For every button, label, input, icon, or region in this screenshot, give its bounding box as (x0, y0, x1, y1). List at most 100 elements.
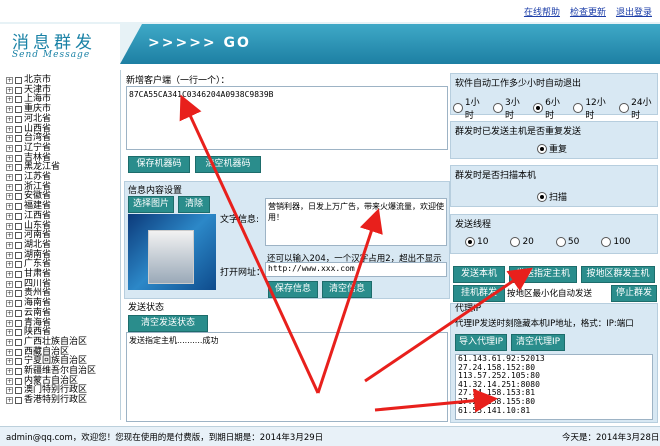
send-local-button[interactable]: 发送本机 (453, 266, 505, 283)
province-checkbox[interactable] (15, 241, 22, 249)
province-item[interactable]: + 湖北省 (6, 240, 51, 250)
province-item[interactable]: + 香港特别行政区 (6, 396, 87, 405)
clear-info-button[interactable]: 清空信息 (322, 281, 372, 298)
province-checkbox[interactable] (15, 144, 22, 152)
expand-icon[interactable]: + (6, 106, 13, 114)
radio-button[interactable] (533, 103, 544, 113)
province-checkbox[interactable] (15, 203, 22, 211)
expand-icon[interactable]: + (6, 241, 13, 249)
province-checkbox[interactable] (15, 368, 22, 375)
province-item[interactable]: + 广西壮族自治区 (6, 337, 87, 347)
radio-button[interactable] (555, 237, 566, 247)
province-item[interactable]: + 辽宁省 (6, 143, 51, 153)
expand-icon[interactable]: + (6, 183, 13, 191)
expand-icon[interactable]: + (6, 261, 13, 269)
province-checkbox[interactable] (15, 164, 22, 172)
thread-option[interactable]: 100 (601, 237, 631, 247)
province-item[interactable]: + 陕西省 (6, 328, 51, 337)
radio-button[interactable] (510, 237, 521, 247)
import-proxy-button[interactable]: 导入代理IP (455, 334, 507, 351)
province-item[interactable]: + 河南省 (6, 231, 51, 240)
hang-send-button[interactable]: 挂机群发 (453, 285, 505, 302)
proxy-list[interactable]: 61.143.61.92:52013 27.24.158.152:80 113.57… (455, 354, 653, 420)
province-checkbox[interactable] (15, 271, 22, 278)
send-specified-button[interactable]: 发送指定主机 (509, 266, 577, 283)
expand-icon[interactable]: + (6, 280, 13, 288)
auto-exit-option[interactable]: 1小时 (453, 95, 488, 121)
save-codes-button[interactable]: 保存机器码 (128, 156, 190, 173)
auto-exit-option[interactable]: 24小时 (619, 95, 660, 121)
thread-option[interactable]: 50 (555, 237, 579, 247)
auto-exit-option[interactable]: 12小时 (573, 95, 614, 121)
province-checkbox[interactable] (15, 183, 22, 191)
expand-icon[interactable]: + (6, 290, 13, 298)
province-item[interactable]: + 甘肃省 (6, 270, 51, 279)
thread-option[interactable]: 10 (465, 237, 488, 247)
province-item[interactable]: + 广东省 (6, 260, 51, 269)
radio-button[interactable] (465, 237, 475, 247)
province-item[interactable]: + 北京市 (6, 76, 51, 85)
province-item[interactable]: + 云南省 (6, 308, 51, 318)
auto-exit-option[interactable]: 6小时 (533, 95, 568, 121)
expand-icon[interactable]: + (6, 125, 13, 133)
expand-icon[interactable]: + (6, 271, 13, 278)
province-checkbox[interactable] (15, 106, 22, 114)
province-checkbox[interactable] (15, 77, 22, 84)
province-checkbox[interactable] (15, 309, 22, 317)
expand-icon[interactable]: + (6, 397, 13, 405)
province-checkbox[interactable] (15, 377, 22, 385)
thread-option[interactable]: 20 (510, 237, 534, 247)
province-checkbox[interactable] (15, 397, 22, 405)
expand-icon[interactable]: + (6, 300, 13, 308)
expand-icon[interactable]: + (6, 193, 13, 201)
province-item[interactable]: + 福建省 (6, 202, 51, 211)
province-item[interactable]: + 海南省 (6, 299, 51, 308)
province-checkbox[interactable] (15, 154, 22, 162)
expand-icon[interactable]: + (6, 86, 13, 94)
province-item[interactable]: + 江西省 (6, 211, 51, 221)
province-checkbox[interactable] (15, 338, 22, 346)
province-checkbox[interactable] (15, 300, 22, 308)
stop-button[interactable]: 停止群发 (611, 285, 657, 302)
expand-icon[interactable]: + (6, 251, 13, 259)
expand-icon[interactable]: + (6, 368, 13, 375)
province-checkbox[interactable] (15, 96, 22, 104)
province-checkbox[interactable] (15, 251, 22, 259)
province-item[interactable]: + 台湾省 (6, 134, 51, 143)
radio-button[interactable] (453, 103, 463, 113)
province-checkbox[interactable] (15, 174, 22, 181)
send-log[interactable]: 发送指定主机..........成功 (126, 332, 448, 422)
scan-option[interactable]: 扫描 (537, 190, 567, 203)
province-checkbox[interactable] (15, 212, 22, 220)
expand-icon[interactable]: + (6, 144, 13, 152)
province-checkbox[interactable] (15, 261, 22, 269)
region-min-button[interactable]: 按地区最小化自动发送 (507, 287, 603, 299)
text-info-textarea[interactable]: 营销利器，日发上万广告，带来火爆流量，欢迎使用！ (265, 198, 447, 246)
send-region-button[interactable]: 按地区群发主机 (581, 266, 655, 283)
province-item[interactable]: + 宁夏回族自治区 (6, 357, 87, 366)
expand-icon[interactable]: + (6, 387, 13, 395)
clear-status-button[interactable]: 清空发送状态 (128, 315, 208, 332)
clear-codes-button[interactable]: 清空机器码 (195, 156, 261, 173)
repeat-radio[interactable] (537, 143, 547, 154)
expand-icon[interactable]: + (6, 96, 13, 104)
province-checkbox[interactable] (15, 193, 22, 201)
help-link[interactable]: 在线帮助 (524, 5, 560, 18)
province-item[interactable]: + 黑龙江省 (6, 163, 60, 172)
expand-icon[interactable]: + (6, 319, 13, 327)
province-item[interactable]: + 河北省 (6, 114, 51, 124)
check-update-link[interactable]: 检查更新 (570, 5, 606, 18)
auto-exit-option[interactable]: 3小时 (493, 95, 528, 121)
scan-radio[interactable] (537, 191, 547, 202)
province-checkbox[interactable] (15, 290, 22, 298)
province-checkbox[interactable] (15, 232, 22, 240)
radio-button[interactable] (601, 237, 612, 247)
province-checkbox[interactable] (15, 222, 22, 230)
expand-icon[interactable]: + (6, 203, 13, 211)
radio-button[interactable] (493, 103, 504, 113)
province-checkbox[interactable] (15, 348, 22, 356)
province-checkbox[interactable] (15, 329, 22, 337)
province-item[interactable]: + 江苏省 (6, 173, 51, 182)
expand-icon[interactable]: + (6, 309, 13, 317)
expand-icon[interactable]: + (6, 174, 13, 181)
